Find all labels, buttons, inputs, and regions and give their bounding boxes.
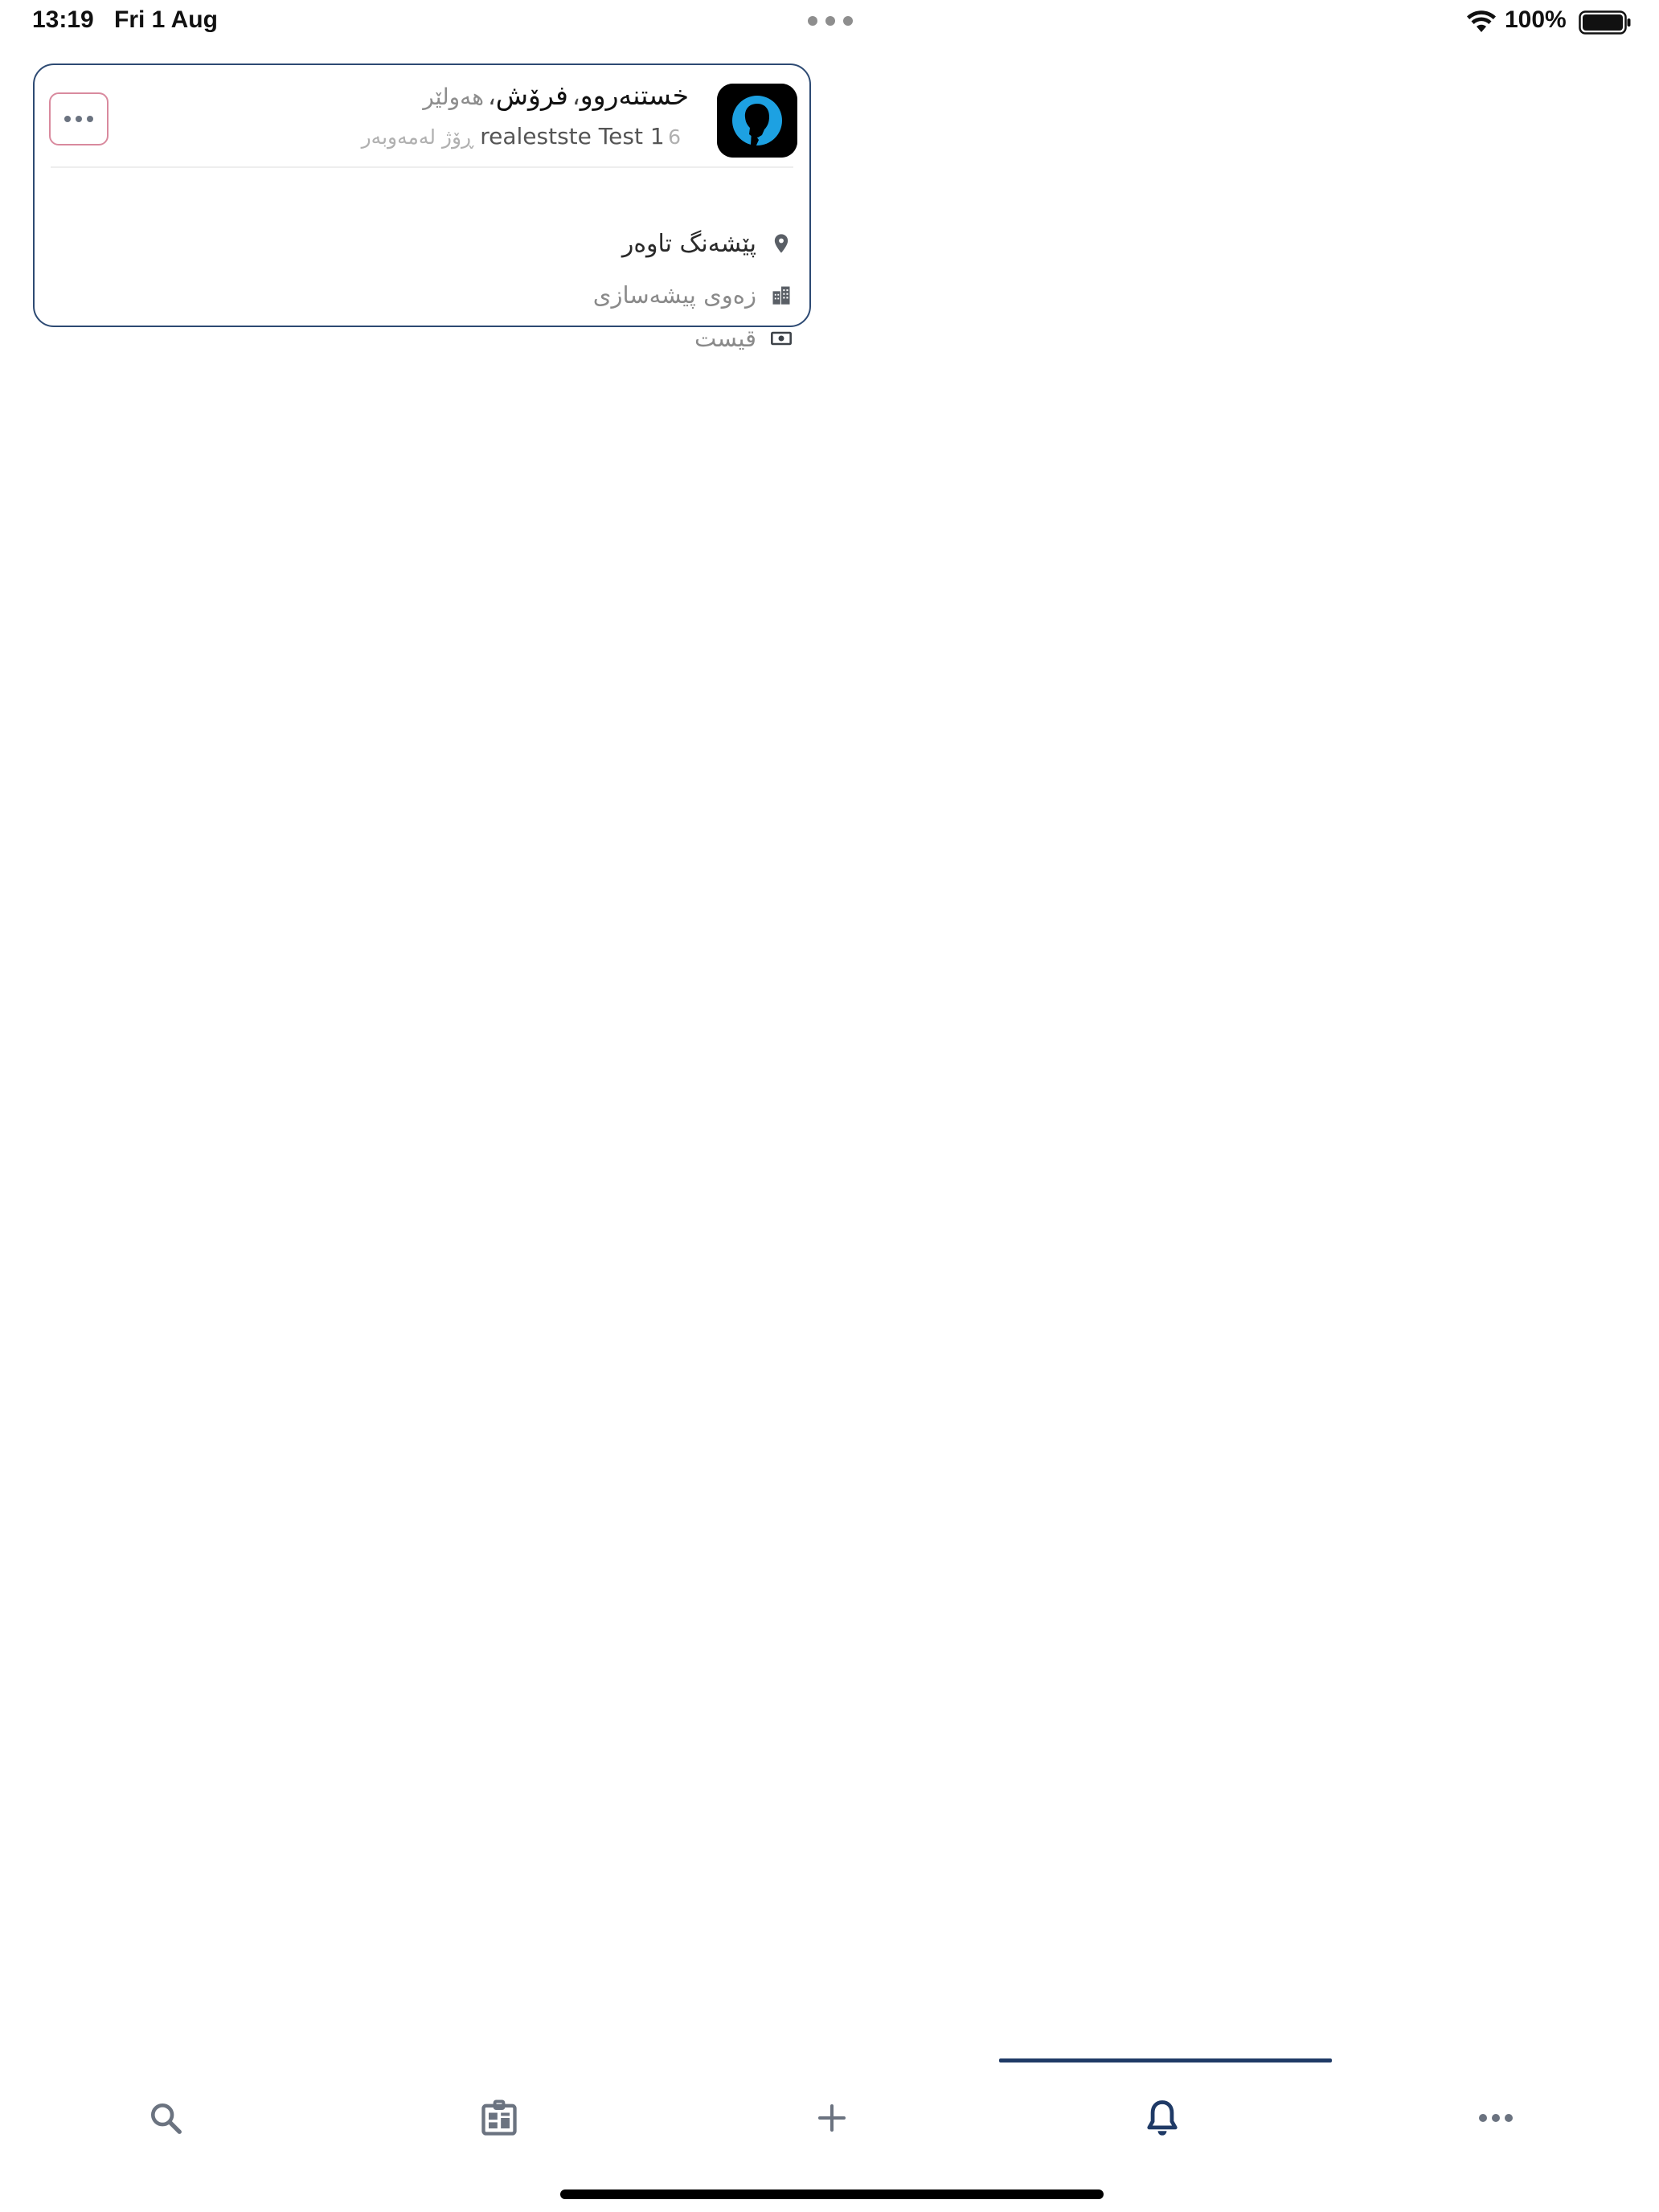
buildings-icon — [769, 283, 793, 307]
price-text: قیست — [694, 325, 756, 352]
notification-title: خستنەروو، فرۆش، هەولێر — [423, 80, 689, 111]
ellipsis-dot — [87, 116, 93, 122]
multitasking-dots-icon[interactable] — [808, 15, 853, 27]
tab-search[interactable] — [137, 2090, 194, 2146]
price-row: قیست — [694, 322, 793, 354]
active-tab-indicator — [999, 2058, 1332, 2062]
title-separator: ، — [572, 83, 580, 111]
bell-icon — [1147, 2100, 1178, 2136]
property-type-row: زەوی پیشەسازی — [593, 277, 793, 313]
ellipsis-dot — [64, 116, 71, 122]
location-row: پێشەنگ تاوەر — [622, 226, 793, 261]
home-indicator[interactable] — [560, 2189, 1104, 2199]
tab-add[interactable] — [804, 2090, 860, 2146]
ellipsis-icon — [1479, 2114, 1513, 2122]
notification-subtitle: realestste Test 1 6 ڕۆژ لەمەوبەر — [362, 123, 689, 150]
card-more-button[interactable] — [49, 92, 109, 145]
search-icon — [150, 2103, 182, 2134]
card-divider — [51, 166, 793, 168]
ellipsis-dot — [76, 116, 82, 122]
status-bar: 13:19 Fri 1 Aug 100% — [0, 0, 1659, 45]
property-type-text: زەوی پیشەسازی — [592, 281, 756, 309]
title-city: هەولێر — [423, 84, 484, 110]
banknote-icon — [769, 326, 793, 350]
battery-percentage: 100% — [1505, 6, 1567, 33]
user-silhouette-icon — [717, 84, 797, 158]
tab-notifications[interactable] — [1134, 2090, 1190, 2146]
map-pin-icon — [769, 231, 793, 256]
plus-icon — [818, 2104, 846, 2132]
status-date: Fri 1 Aug — [114, 6, 218, 33]
title-main: خستنەروو — [580, 80, 689, 111]
title-separator: ، — [488, 83, 496, 111]
tab-listings[interactable] — [471, 2090, 527, 2146]
sender-name: realestste Test 1 — [480, 123, 665, 150]
tab-more[interactable] — [1468, 2090, 1524, 2146]
battery-icon — [1579, 10, 1631, 35]
title-action: فرۆش — [495, 80, 568, 111]
wifi-icon — [1467, 10, 1496, 32]
app-root: 13:19 Fri 1 Aug 100% خستنەروو، فرۆش، هەو… — [0, 0, 1659, 2212]
status-time: 13:19 — [32, 6, 94, 33]
location-text: پێشەنگ تاوەر — [621, 229, 756, 258]
listings-icon — [481, 2099, 517, 2136]
notification-card[interactable]: خستنەروو، فرۆش، هەولێر realestste Test 1… — [33, 63, 811, 352]
